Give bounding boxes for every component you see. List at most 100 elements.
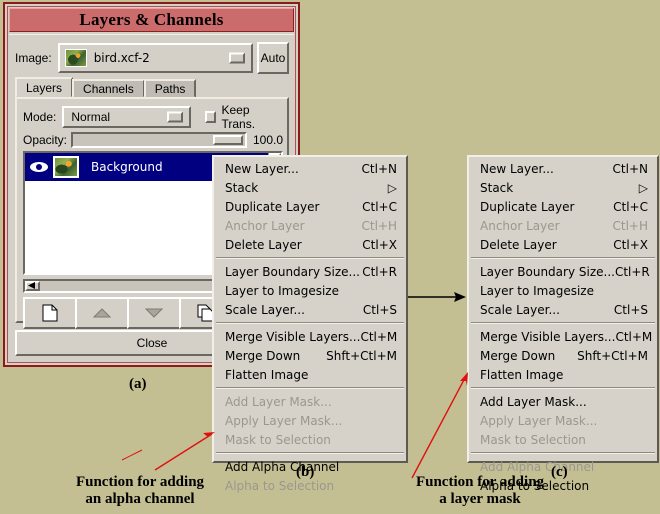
eye-visibility-icon[interactable] xyxy=(25,161,53,173)
submenu-arrow-icon: ▷ xyxy=(387,180,397,195)
menu-c-item-new-layer[interactable]: New Layer... Ctl+N xyxy=(469,159,657,178)
alpha-channel-pointer-arrow xyxy=(154,432,215,471)
menu-c-item-merge-visible-layers[interactable]: Merge Visible Layers... Ctl+M xyxy=(469,327,657,346)
menu-item-label: Stack xyxy=(225,180,259,195)
menu-b-item-layer-boundary-size[interactable]: Layer Boundary Size... Ctl+R xyxy=(214,262,406,281)
menu-c-item-add-layer-mask[interactable]: Add Layer Mask... xyxy=(469,392,657,411)
raise-layer-button[interactable] xyxy=(75,297,129,329)
tab-channels-label: Channels xyxy=(83,81,134,96)
menu-separator xyxy=(471,257,655,259)
menu-item-label: Add Alpha Channel xyxy=(225,459,340,474)
menu-c-item-layer-to-imagesize[interactable]: Layer to Imagesize xyxy=(469,281,657,300)
menu-item-label: Duplicate Layer xyxy=(225,199,320,214)
menu-item-accelerator: Ctl+M xyxy=(360,329,398,344)
lower-layer-icon xyxy=(144,308,164,318)
menu-item-accelerator: Ctl+M xyxy=(615,329,653,344)
opacity-value: 100.0 xyxy=(252,133,283,147)
menu-separator xyxy=(216,452,404,454)
image-label: Image: xyxy=(15,50,52,65)
menu-item-label: Duplicate Layer xyxy=(480,199,575,214)
menu-b-item-anchor-layer: Anchor Layer Ctl+H xyxy=(214,216,406,235)
image-thumbnail-icon xyxy=(64,48,87,67)
image-selector-row: Image: bird.xcf-2 Auto xyxy=(15,41,289,74)
menu-item-accelerator: Ctl+R xyxy=(362,264,397,279)
figure-label-b: (b) xyxy=(296,464,315,480)
auto-button[interactable]: Auto xyxy=(257,41,289,74)
menu-item-label: Mask to Selection xyxy=(225,432,331,447)
menu-item-accelerator: Ctl+S xyxy=(362,302,397,317)
menu-item-label: Apply Layer Mask... xyxy=(480,413,598,428)
mode-dropdown-icon xyxy=(166,111,183,123)
menu-c-item-duplicate-layer[interactable]: Duplicate Layer Ctl+C xyxy=(469,197,657,216)
menu-b-item-apply-layer-mask: Apply Layer Mask... xyxy=(214,411,406,430)
caption-left-line1: Function for adding xyxy=(75,474,205,490)
menu-b-item-new-layer[interactable]: New Layer... Ctl+N xyxy=(214,159,406,178)
menu-item-label: Merge Down xyxy=(480,348,556,363)
menu-b-item-flatten-image[interactable]: Flatten Image xyxy=(214,365,406,384)
caption-right-line2: a layer mask xyxy=(439,491,521,508)
menu-b-item-delete-layer[interactable]: Delete Layer Ctl+X xyxy=(214,235,406,254)
menu-item-label: Scale Layer... xyxy=(225,302,305,317)
mode-option-menu[interactable]: Normal xyxy=(62,106,191,128)
tab-layers[interactable]: Layers xyxy=(15,77,74,98)
menu-item-label: Delete Layer xyxy=(225,237,302,252)
tab-paths[interactable]: Paths xyxy=(143,79,197,98)
menu-c-item-scale-layer[interactable]: Scale Layer... Ctl+S xyxy=(469,300,657,319)
caption-right-line1: Function for adding xyxy=(415,474,545,490)
lower-layer-button[interactable] xyxy=(127,297,181,329)
menu-item-label: Merge Down xyxy=(225,348,301,363)
tab-channels[interactable]: Channels xyxy=(72,79,145,98)
menu-item-accelerator: Ctl+X xyxy=(613,237,648,252)
layers-context-menu-b[interactable]: New Layer... Ctl+N Stack ▷ Duplicate Layer Ct… xyxy=(212,155,408,493)
window-titlebar: Layers & Channels xyxy=(9,8,294,32)
menu-separator xyxy=(471,452,655,454)
menu-c-item-flatten-image[interactable]: Flatten Image xyxy=(469,365,657,384)
menu-c-item-stack[interactable]: Stack ▷ xyxy=(469,178,657,197)
menu-b-item-stack[interactable]: Stack ▷ xyxy=(214,178,406,197)
menu-item-label: Add Layer Mask... xyxy=(225,394,332,409)
menu-item-accelerator: Shft+Ctl+M xyxy=(577,348,648,363)
menu-item-accelerator: Ctl+C xyxy=(362,199,397,214)
opacity-slider[interactable] xyxy=(71,132,247,148)
menu-item-label: Mask to Selection xyxy=(480,432,586,447)
layer-name-label: Background xyxy=(91,160,163,174)
menu-item-label: New Layer... xyxy=(225,161,299,176)
menu-item-label: Add Layer Mask... xyxy=(480,394,587,409)
menu-separator xyxy=(471,387,655,389)
opacity-slider-handle[interactable] xyxy=(212,135,243,145)
menu-item-accelerator: Ctl+C xyxy=(613,199,648,214)
caption-left: Function for adding an alpha channel xyxy=(30,474,250,509)
menu-separator xyxy=(471,322,655,324)
layers-context-menu-c[interactable]: New Layer... Ctl+N Stack ▷ Duplicate Layer Ct… xyxy=(467,155,659,493)
tab-paths-label: Paths xyxy=(154,81,186,96)
menu-b-item-layer-to-imagesize[interactable]: Layer to Imagesize xyxy=(214,281,406,300)
menu-b-item-duplicate-layer[interactable]: Duplicate Layer Ctl+C xyxy=(214,197,406,216)
menu-item-label: Merge Visible Layers... xyxy=(480,329,616,344)
menu-item-label: Layer to Imagesize xyxy=(225,283,339,298)
horizontal-scroll-thumb[interactable] xyxy=(25,281,40,291)
menu-item-label: Stack xyxy=(480,180,514,195)
menu-c-item-delete-layer[interactable]: Delete Layer Ctl+X xyxy=(469,235,657,254)
menu-b-item-scale-layer[interactable]: Scale Layer... Ctl+S xyxy=(214,300,406,319)
close-button-label: Close xyxy=(136,336,168,350)
tab-bar: Layers Channels Paths xyxy=(15,77,197,98)
image-option-menu[interactable]: bird.xcf-2 xyxy=(57,42,253,73)
menu-separator xyxy=(216,322,404,324)
menu-item-accelerator: Ctl+R xyxy=(614,264,650,279)
menu-c-item-layer-boundary-size[interactable]: Layer Boundary Size... Ctl+R xyxy=(469,262,657,281)
menu-b-item-merge-visible-layers[interactable]: Merge Visible Layers... Ctl+M xyxy=(214,327,406,346)
keep-trans-label: Keep Trans. xyxy=(221,103,256,131)
submenu-arrow-icon: ▷ xyxy=(638,180,648,195)
menu-item-label: Add Alpha Channel xyxy=(480,459,595,474)
menu-b-item-merge-down[interactable]: Merge Down Shft+Ctl+M xyxy=(214,346,406,365)
layer-mask-pointer-arrow xyxy=(411,372,468,479)
menu-item-accelerator: Ctl+H xyxy=(612,218,649,233)
menu-item-label: Flatten Image xyxy=(225,367,309,382)
new-layer-button[interactable] xyxy=(23,297,77,329)
tab-layers-label: Layers xyxy=(26,80,63,95)
menu-c-item-anchor-layer: Anchor Layer Ctl+H xyxy=(469,216,657,235)
keep-trans-checkbox[interactable] xyxy=(204,111,217,123)
auto-button-label: Auto xyxy=(260,50,286,65)
mode-row: Mode: Normal Keep Trans. xyxy=(23,103,283,131)
menu-c-item-merge-down[interactable]: Merge Down Shft+Ctl+M xyxy=(469,346,657,365)
